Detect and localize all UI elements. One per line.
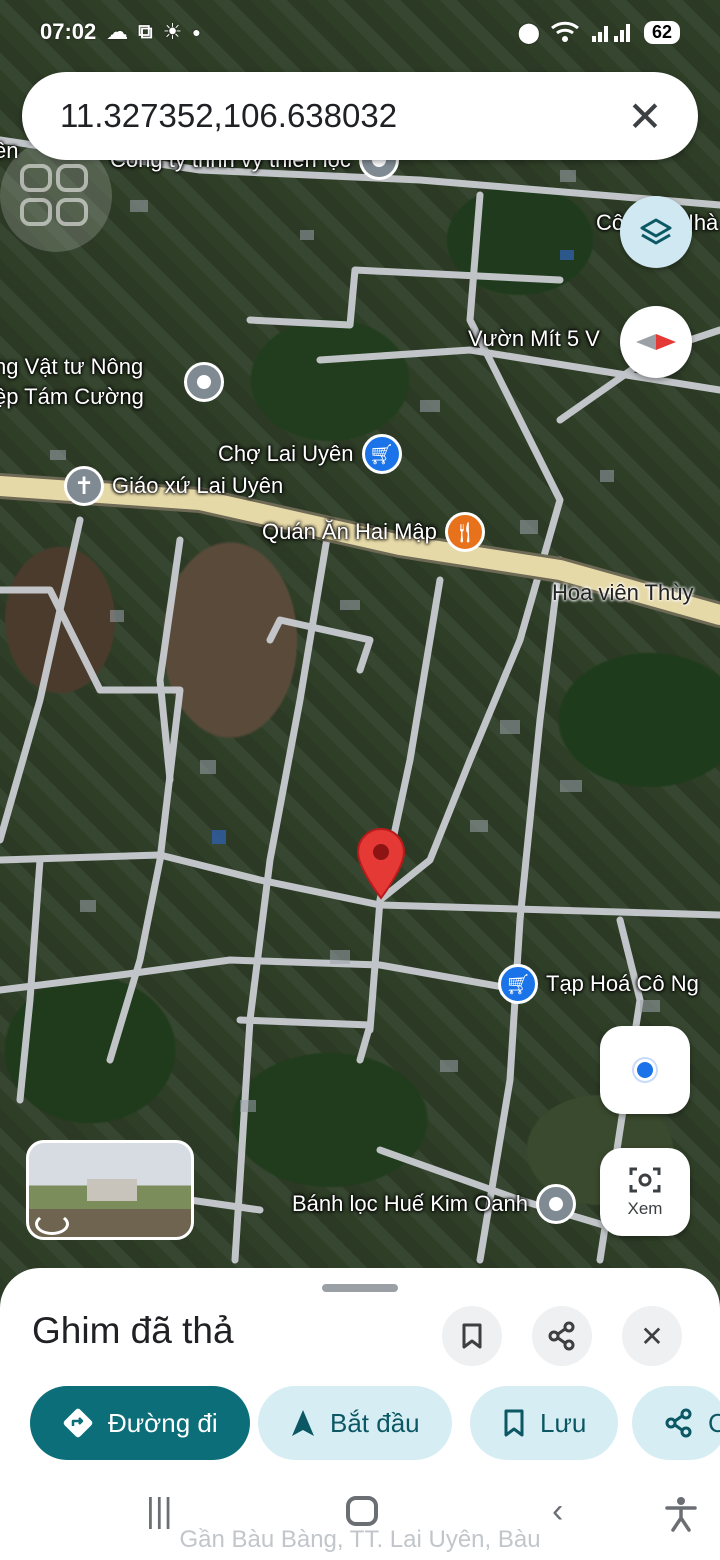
fork-knife-icon: 🍴︎ [444,512,485,552]
overlay-watermark [0,140,112,252]
share-button[interactable]: C [632,1386,720,1460]
poi-giao-xu-lai-uyen[interactable]: ✝ Giáo xứ Lai Uyên [64,466,283,506]
start-button[interactable]: Bắt đầu [258,1386,452,1460]
system-nav-bar: Gần Bàu Bàng, TT. Lai Uyên, Bàu ||| ‹ [0,1470,720,1560]
building-shape [87,1179,137,1201]
accessibility-icon[interactable] [664,1496,698,1532]
home-icon[interactable] [346,1496,378,1526]
poi-label: Chợ Lai Uyên [218,441,354,466]
poi-quan-an-hai-map[interactable]: Quán Ăn Hai Mập 🍴︎ [262,512,485,552]
street-view-360-icon [35,1213,69,1235]
cross-icon: ✝ [64,466,104,506]
wifi-icon [550,21,579,42]
cloud-icon: ☁ [106,19,129,44]
save-label: Lưu [540,1407,587,1438]
screenshot-icon: ⧉ [138,20,153,43]
bookmark-icon [462,1323,482,1349]
poi-label: ng Vật tư Nông [0,354,144,379]
gray-pin-icon [536,1184,577,1224]
battery-indicator: 62 [643,20,680,44]
navigation-arrow-icon [292,1410,314,1436]
start-label: Bắt đầu [330,1407,420,1438]
location-icon: ⬤ [517,21,540,44]
my-location-button[interactable] [600,1026,690,1114]
location-dot-icon [634,1059,656,1081]
compass-button[interactable] [620,306,692,378]
dropped-pin-icon[interactable] [356,828,406,900]
gray-pin-icon [184,362,224,402]
bookmark-icon [504,1409,524,1437]
layers-button[interactable] [620,196,692,268]
search-bar[interactable]: 11.327352,106.638032 ✕ [22,72,698,160]
poi-label: Tạp Hoá Cô Ng [546,971,699,996]
poi-vat-tu-nong[interactable]: ng Vật tư Nông ệp Tám Cường [0,354,144,410]
poi-label: Giáo xứ Lai Uyên [112,473,284,498]
poi-label: ệp Tám Cường [0,384,144,409]
poi-vuon-mit[interactable]: Vườn Mít 5 V [468,326,600,352]
share-icon-button[interactable] [532,1306,592,1366]
poi-banh-loc-hue[interactable]: Bánh lọc Huế Kim Oanh [292,1184,577,1224]
road-label: Hoa viên Thùy [552,580,693,606]
street-view-thumbnail[interactable] [26,1140,194,1240]
compass-icon [636,334,676,350]
directions-icon [63,1408,93,1438]
view-lens-button[interactable]: Xem [600,1148,690,1236]
poi-label: Quán Ăn Hai Mập [262,519,437,544]
back-icon[interactable]: ‹ [552,1492,563,1531]
close-icon: ✕ [640,1320,664,1352]
sheet-drag-handle[interactable] [322,1284,398,1292]
cart-icon: 🛒︎ [361,434,402,474]
close-sheet-button[interactable]: ✕ [622,1306,682,1366]
share-icon [548,1321,575,1351]
directions-button[interactable]: Đường đi [30,1386,250,1460]
poi-label: Bánh lọc Huế Kim Oanh [292,1191,529,1216]
share-label: C [708,1407,720,1438]
share-icon [665,1408,692,1438]
camera-lens-icon [629,1167,661,1193]
poi-tap-hoa[interactable]: 🛒︎ Tạp Hoá Cô Ng [498,964,699,1004]
close-icon[interactable]: ✕ [620,92,670,141]
sun-icon: ☀ [162,19,183,44]
save-button[interactable]: Lưu [470,1386,619,1460]
recent-apps-icon[interactable]: ||| [146,1492,173,1531]
view-label: Xem [627,1199,663,1218]
clock: 07:02 [40,19,97,44]
layers-icon [640,218,672,245]
dot-icon: ● [192,24,201,40]
road-label-text: Hoa viên Thùy [552,580,694,605]
place-title: Ghim đã thả [32,1310,234,1351]
directions-label: Đường đi [108,1407,218,1438]
save-icon-button[interactable] [442,1306,502,1366]
signal-icon [591,24,630,42]
cart-icon: 🛒︎ [498,964,538,1004]
poi-label: Vườn Mít 5 V [468,326,600,351]
search-input[interactable]: 11.327352,106.638032 [60,97,620,135]
status-bar: 07:02 ☁ ⧉ ☀ ● ⬤ 62 [0,0,720,64]
address-text: Gần Bàu Bàng, TT. Lai Uyên, Bàu [179,1526,541,1553]
